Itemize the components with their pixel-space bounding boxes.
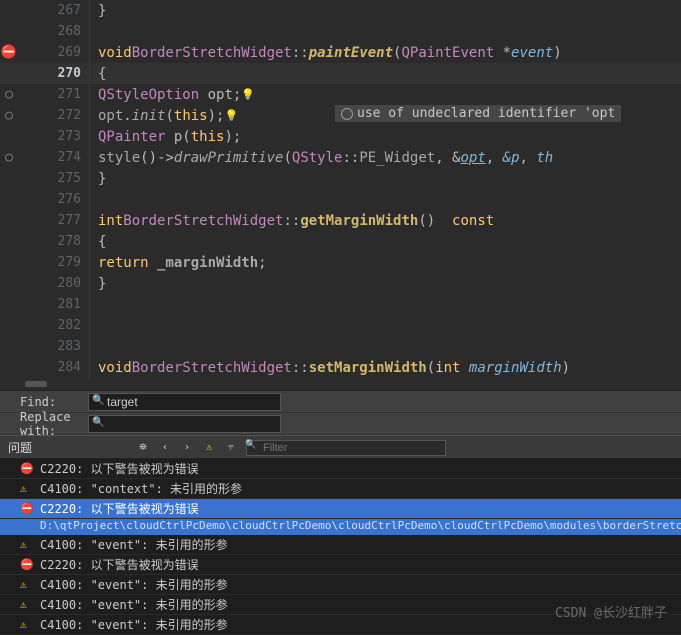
- line-gutter: 267268⛔269270○271○272273○274275276277278…: [0, 0, 90, 380]
- warning-icon: ⚠: [20, 598, 36, 611]
- problem-item[interactable]: ⚠ C4100: "event": 未引用的形参: [0, 595, 681, 615]
- line-number[interactable]: 275: [0, 168, 89, 189]
- code-line: [90, 21, 681, 42]
- find-replace-panel: Find: Replace with:: [0, 390, 681, 435]
- error-icon: ⛔: [2, 45, 16, 60]
- line-number[interactable]: 283: [0, 336, 89, 357]
- funnel-icon[interactable]: ⫧: [221, 438, 241, 456]
- line-number[interactable]: 279: [0, 252, 89, 273]
- problems-list[interactable]: ⛔ C2220: 以下警告被视为错误 ⚠ C4100: "context": 未引用的…: [0, 459, 681, 635]
- problem-item[interactable]: ⚠ C4100: "event": 未引用的形参: [0, 615, 681, 635]
- line-number[interactable]: 278: [0, 231, 89, 252]
- line-number[interactable]: 284: [0, 357, 89, 378]
- line-number[interactable]: 267: [0, 0, 89, 21]
- line-number[interactable]: ○271: [0, 84, 89, 105]
- warning-icon: ⚠: [20, 618, 36, 631]
- line-number[interactable]: 282: [0, 315, 89, 336]
- problems-toolbar: 问题 ⛯ ‹ › ⚠ ⫧: [0, 435, 681, 459]
- code-line: [90, 336, 681, 357]
- find-label: Find:: [0, 395, 88, 409]
- tree-icon[interactable]: ⛯: [133, 438, 153, 456]
- inline-error-tooltip: use of undeclared identifier 'opt: [335, 105, 621, 122]
- code-line: [90, 189, 681, 210]
- line-number[interactable]: ⛔269: [0, 42, 89, 63]
- code-line: [90, 315, 681, 336]
- line-number[interactable]: 270: [0, 63, 89, 84]
- breakpoint-icon[interactable]: ○: [2, 87, 16, 102]
- code-line: return _marginWidth;: [90, 252, 681, 273]
- replace-label: Replace with:: [0, 410, 88, 438]
- breakpoint-icon[interactable]: ○: [2, 150, 16, 165]
- problem-item[interactable]: ⚠ C4100: "event": 未引用的形参: [0, 535, 681, 555]
- problem-item[interactable]: ⛔ C2220: 以下警告被视为错误: [0, 459, 681, 479]
- problem-text: C4100: "event": 未引用的形参: [40, 596, 228, 613]
- error-icon: ⛔: [20, 462, 36, 475]
- code-line: void BorderStretchWidget::setMarginWidth…: [90, 357, 681, 378]
- code-line: }: [90, 273, 681, 294]
- error-icon: ⛔: [20, 558, 36, 571]
- problem-text: C4100: "event": 未引用的形参: [40, 576, 228, 593]
- line-number[interactable]: 281: [0, 294, 89, 315]
- code-line: [90, 294, 681, 315]
- line-number[interactable]: ○272: [0, 105, 89, 126]
- problem-item[interactable]: ⚠ C4100: "context": 未引用的形参: [0, 479, 681, 499]
- breakpoint-icon[interactable]: ○: [2, 108, 16, 123]
- line-number[interactable]: 280: [0, 273, 89, 294]
- problem-item[interactable]: ⛔ C2220: 以下警告被视为错误: [0, 499, 681, 519]
- problem-text: C4100: "event": 未引用的形参: [40, 616, 228, 633]
- code-line-current: {: [90, 63, 681, 84]
- line-number[interactable]: 277: [0, 210, 89, 231]
- find-input[interactable]: [88, 393, 281, 411]
- problem-text: C2220: 以下警告被视为错误: [40, 556, 199, 573]
- code-line: void BorderStretchWidget::paintEvent(QPa…: [90, 42, 681, 63]
- replace-input[interactable]: [88, 415, 281, 433]
- warning-filter-icon[interactable]: ⚠: [199, 438, 219, 456]
- line-number[interactable]: 268: [0, 21, 89, 42]
- problem-text: C2220: 以下警告被视为错误: [40, 460, 199, 477]
- problem-item[interactable]: ⛔ C2220: 以下警告被视为错误: [0, 555, 681, 575]
- problem-path: D:\qtProject\cloudCtrlPcDemo\cloudCtrlPc…: [0, 519, 681, 535]
- code-line: QStyleOption opt;💡: [90, 84, 681, 105]
- warning-icon: ⚠: [20, 482, 36, 495]
- filter-input[interactable]: [246, 440, 446, 456]
- problem-item[interactable]: ⚠ C4100: "event": 未引用的形参: [0, 575, 681, 595]
- problems-title: 问题: [8, 439, 32, 456]
- code-editor[interactable]: 267268⛔269270○271○272273○274275276277278…: [0, 0, 681, 380]
- lightbulb-icon[interactable]: 💡: [241, 88, 255, 101]
- code-line: }: [90, 168, 681, 189]
- code-line: int BorderStretchWidget::getMarginWidth(…: [90, 210, 681, 231]
- code-line: QPainter p(this);: [90, 126, 681, 147]
- lightbulb-icon[interactable]: 💡: [224, 109, 238, 122]
- code-line: {: [90, 231, 681, 252]
- error-icon: ⛔: [20, 502, 36, 515]
- line-number[interactable]: ○274: [0, 147, 89, 168]
- code-line: style()->drawPrimitive(QStyle::PE_Widget…: [90, 147, 681, 168]
- warning-icon: ⚠: [20, 538, 36, 551]
- code-line: }: [90, 0, 681, 21]
- line-number[interactable]: 273: [0, 126, 89, 147]
- problem-text: C4100: "event": 未引用的形参: [40, 536, 228, 553]
- problem-text: C2220: 以下警告被视为错误: [40, 500, 199, 517]
- horizontal-scrollbar[interactable]: [0, 380, 681, 390]
- problem-text: C4100: "context": 未引用的形参: [40, 480, 242, 497]
- warning-icon: ⚠: [20, 578, 36, 591]
- line-number[interactable]: 276: [0, 189, 89, 210]
- code-area[interactable]: } void BorderStretchWidget::paintEvent(Q…: [90, 0, 681, 380]
- prev-icon[interactable]: ‹: [155, 438, 175, 456]
- next-icon[interactable]: ›: [177, 438, 197, 456]
